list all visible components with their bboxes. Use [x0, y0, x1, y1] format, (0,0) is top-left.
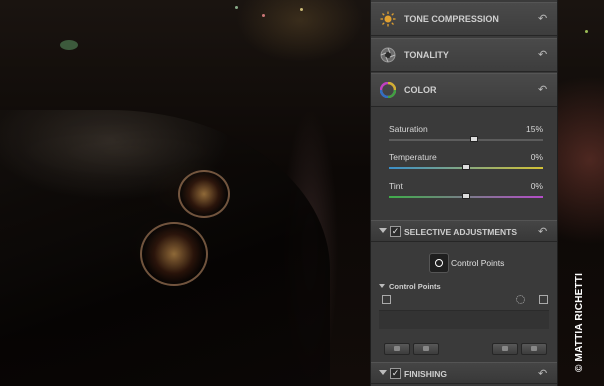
tint-label: Tint [389, 181, 403, 191]
control-points-list-header[interactable]: Control Points [379, 282, 441, 291]
control-point-icon [429, 253, 449, 273]
adjustments-panel: TONE COMPRESSION ↶ TONALITY ↶ COLOR ↶ Sa [370, 0, 558, 386]
section-selective-adjustments[interactable]: ✓ SELECTIVE ADJUSTMENTS ↶ [371, 220, 557, 242]
control-points-list-title: Control Points [389, 282, 441, 291]
control-points-list[interactable] [379, 310, 549, 329]
temperature-label: Temperature [389, 152, 437, 162]
collapse-triangle-icon[interactable] [379, 228, 387, 233]
reset-icon[interactable]: ↶ [538, 227, 548, 238]
tint-value: 0% [530, 181, 543, 191]
section-tone-compression[interactable]: TONE COMPRESSION ↶ [371, 2, 557, 36]
section-tonality[interactable]: TONALITY ↶ [371, 38, 557, 72]
saturation-value: 15% [525, 124, 543, 134]
section-color[interactable]: COLOR ↶ [371, 73, 557, 107]
toolbar-button-3[interactable] [492, 343, 518, 355]
reset-icon[interactable]: ↶ [538, 14, 548, 25]
saturation-slider[interactable] [389, 136, 543, 142]
saturation-label: Saturation [389, 124, 428, 134]
bokeh-light [60, 40, 78, 50]
section-title: FINISHING [404, 369, 447, 379]
temperature-slider[interactable] [389, 164, 543, 170]
color-wheel-icon [379, 81, 397, 99]
control-points-button[interactable]: Control Points [429, 252, 525, 274]
tint-slider-handle[interactable] [462, 193, 470, 199]
button-glyph-icon [531, 346, 537, 351]
bokeh-light [262, 14, 265, 17]
button-glyph-icon [423, 346, 429, 351]
enable-checkbox[interactable]: ✓ [390, 368, 401, 379]
aperture-icon [380, 47, 396, 63]
collapse-triangle-icon [379, 284, 385, 288]
button-glyph-icon [394, 346, 400, 351]
control-points-button-label: Control Points [451, 258, 505, 268]
button-glyph-icon [502, 346, 508, 351]
section-title: TONALITY [404, 50, 449, 60]
section-finishing[interactable]: ✓ FINISHING ↶ [371, 362, 557, 384]
mask-icon[interactable] [539, 295, 548, 304]
reset-icon[interactable]: ↶ [538, 50, 548, 61]
copyright-watermark: © MATTIA RICHETTI [574, 272, 585, 372]
collapse-triangle-icon[interactable] [379, 370, 387, 375]
saturation-slider-handle[interactable] [469, 136, 478, 142]
car-headlight-upper [178, 170, 230, 218]
section-title: SELECTIVE ADJUSTMENTS [404, 227, 518, 237]
toolbar-button-2[interactable] [413, 343, 439, 355]
toolbar-button-1[interactable] [384, 343, 410, 355]
selection-circle-icon[interactable] [516, 295, 525, 304]
sun-icon [380, 11, 396, 27]
bokeh-light [585, 30, 588, 33]
duplicate-icon[interactable] [382, 295, 391, 304]
toolbar-button-4[interactable] [521, 343, 547, 355]
temperature-slider-handle[interactable] [462, 164, 470, 170]
enable-checkbox[interactable]: ✓ [390, 226, 401, 237]
temperature-value: 0% [530, 152, 543, 162]
section-title: TONE COMPRESSION [404, 14, 499, 24]
tint-slider[interactable] [389, 193, 543, 199]
bokeh-light [235, 6, 238, 9]
car-headlight-lower [140, 222, 208, 286]
reset-icon[interactable]: ↶ [538, 85, 548, 96]
bokeh-light [300, 8, 303, 11]
reset-icon[interactable]: ↶ [538, 369, 548, 380]
section-title: COLOR [404, 85, 437, 95]
